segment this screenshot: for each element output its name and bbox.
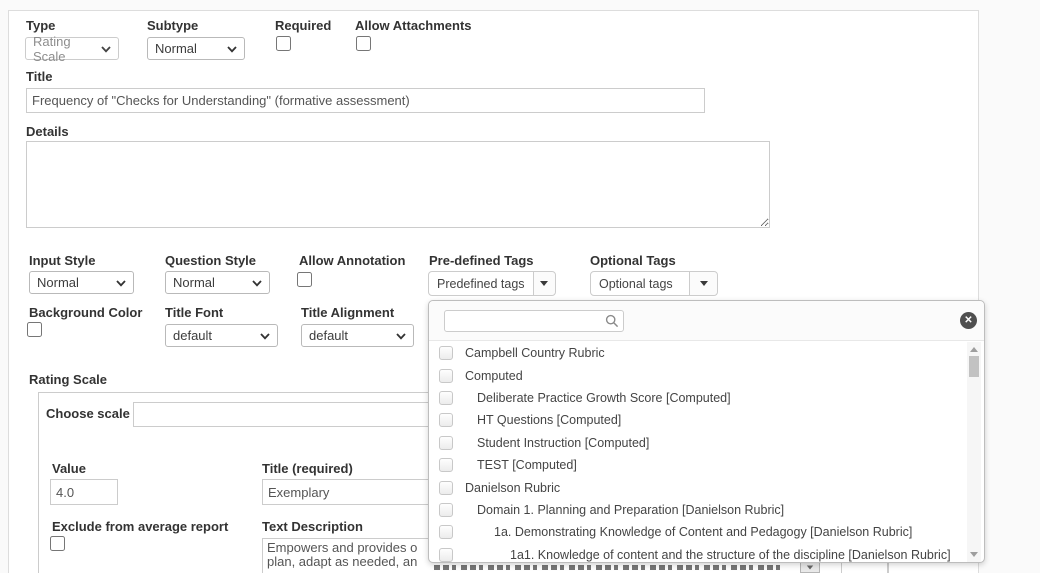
tag-checkbox[interactable] — [439, 503, 453, 517]
tag-label: Deliberate Practice Growth Score [Comput… — [477, 391, 731, 405]
value-label: Value — [52, 461, 86, 476]
predefined-tags-value: Predefined tags — [429, 277, 533, 291]
allow-attachments-label: Allow Attachments — [355, 18, 472, 33]
tag-checkbox[interactable] — [439, 369, 453, 383]
predefined-tags-dropdown-button[interactable] — [533, 272, 555, 295]
subtype-select-value: Normal — [155, 41, 197, 56]
tags-list: Campbell Country Rubric Computed Deliberat… — [429, 342, 964, 562]
tag-label: Computed — [465, 369, 523, 383]
triangle-down-icon — [807, 565, 813, 569]
required-label: Required — [275, 18, 331, 33]
rating-scale-heading: Rating Scale — [29, 372, 107, 387]
tag-list-item[interactable]: Student Instruction [Computed] — [429, 432, 964, 454]
chevron-down-icon — [260, 333, 270, 340]
exclude-from-average-label: Exclude from average report — [52, 519, 228, 534]
allow-annotation-checkbox[interactable] — [297, 272, 312, 287]
question-editor-screen: Type Rating Scale Subtype Normal Require… — [0, 0, 1040, 573]
subtype-select[interactable]: Normal — [147, 37, 245, 60]
type-select[interactable]: Rating Scale — [25, 37, 119, 60]
scroll-up-icon[interactable] — [970, 347, 978, 352]
title-font-select-value: default — [173, 328, 212, 343]
row-title-label: Title (required) — [262, 461, 353, 476]
tag-list-item[interactable]: Domain 1. Planning and Preparation [Dani… — [429, 499, 964, 521]
clipped-element-border — [888, 563, 889, 573]
scrollbar-thumb[interactable] — [969, 356, 979, 377]
details-label: Details — [26, 124, 69, 139]
tag-checkbox[interactable] — [439, 525, 453, 539]
tag-list-item[interactable]: 1a1. Knowledge of content and the struct… — [429, 544, 964, 562]
tag-list-item[interactable]: TEST [Computed] — [429, 454, 964, 476]
subtype-label: Subtype — [147, 18, 198, 33]
tags-search-input[interactable] — [444, 310, 624, 332]
chevron-down-icon — [396, 333, 406, 340]
optional-tags-label: Optional Tags — [590, 253, 676, 268]
background-color-label: Background Color — [29, 305, 142, 320]
chevron-down-icon — [227, 46, 237, 53]
choose-scale-label: Choose scale : — [46, 406, 138, 421]
tags-list-scrollbar[interactable] — [967, 342, 981, 562]
title-alignment-label: Title Alignment — [301, 305, 394, 320]
input-style-select[interactable]: Normal — [29, 271, 134, 294]
required-checkbox[interactable] — [276, 36, 291, 51]
exclude-from-average-checkbox[interactable] — [50, 536, 65, 551]
chevron-down-icon — [101, 46, 111, 53]
title-font-select[interactable]: default — [165, 324, 278, 347]
tag-checkbox[interactable] — [439, 548, 453, 562]
tag-list-item[interactable]: HT Questions [Computed] — [429, 409, 964, 431]
input-style-label: Input Style — [29, 253, 95, 268]
tag-list-item[interactable]: Danielson Rubric — [429, 476, 964, 498]
triangle-down-icon — [700, 281, 708, 286]
allow-attachments-checkbox[interactable] — [356, 36, 371, 51]
predefined-tags-combobox[interactable]: Predefined tags — [428, 271, 556, 296]
title-label: Title — [26, 69, 53, 84]
allow-annotation-label: Allow Annotation — [299, 253, 405, 268]
type-select-value: Rating Scale — [33, 34, 96, 64]
tag-checkbox[interactable] — [439, 436, 453, 450]
tag-list-item[interactable]: 1a. Demonstrating Knowledge of Content a… — [429, 521, 964, 543]
scroll-down-icon[interactable] — [970, 552, 978, 557]
tag-checkbox[interactable] — [439, 346, 453, 360]
value-input[interactable] — [50, 479, 118, 505]
tag-list-item[interactable]: Campbell Country Rubric — [429, 342, 964, 364]
optional-tags-value: Optional tags — [591, 277, 689, 291]
tag-label: Domain 1. Planning and Preparation [Dani… — [477, 503, 784, 517]
tags-dropdown-panel: ✕ Campbell Country Rubric Computed Deliber… — [428, 300, 985, 563]
tag-checkbox[interactable] — [439, 481, 453, 495]
title-input[interactable] — [26, 88, 705, 113]
title-alignment-select[interactable]: default — [301, 324, 414, 347]
background-color-checkbox[interactable] — [27, 322, 42, 337]
title-alignment-select-value: default — [309, 328, 348, 343]
optional-tags-dropdown-button[interactable] — [689, 272, 717, 295]
tag-checkbox[interactable] — [439, 413, 453, 427]
chevron-down-icon — [252, 280, 262, 287]
tag-label: HT Questions [Computed] — [477, 413, 621, 427]
question-style-select-value: Normal — [173, 275, 215, 290]
tag-label: TEST [Computed] — [477, 458, 577, 472]
tag-label: Student Instruction [Computed] — [477, 436, 649, 450]
details-textarea[interactable] — [26, 141, 770, 228]
triangle-down-icon — [540, 281, 548, 286]
title-font-label: Title Font — [165, 305, 223, 320]
tag-label: 1a. Demonstrating Knowledge of Content a… — [494, 525, 912, 539]
tag-label: 1a1. Knowledge of content and the struct… — [510, 548, 951, 562]
search-icon — [605, 314, 619, 328]
input-style-select-value: Normal — [37, 275, 79, 290]
question-style-label: Question Style — [165, 253, 256, 268]
tag-label: Campbell Country Rubric — [465, 346, 605, 360]
tag-list-item[interactable]: Computed — [429, 364, 964, 386]
close-icon[interactable]: ✕ — [960, 312, 977, 329]
text-description-label: Text Description — [262, 519, 363, 534]
tag-label: Danielson Rubric — [465, 481, 560, 495]
clipped-text-bottom-sliver — [434, 565, 782, 570]
tag-list-item[interactable]: Deliberate Practice Growth Score [Comput… — [429, 387, 964, 409]
question-style-select[interactable]: Normal — [165, 271, 270, 294]
predefined-tags-label: Pre-defined Tags — [429, 253, 534, 268]
tag-checkbox[interactable] — [439, 391, 453, 405]
type-label: Type — [26, 18, 55, 33]
optional-tags-combobox[interactable]: Optional tags — [590, 271, 718, 296]
tag-checkbox[interactable] — [439, 458, 453, 472]
chevron-down-icon — [116, 280, 126, 287]
